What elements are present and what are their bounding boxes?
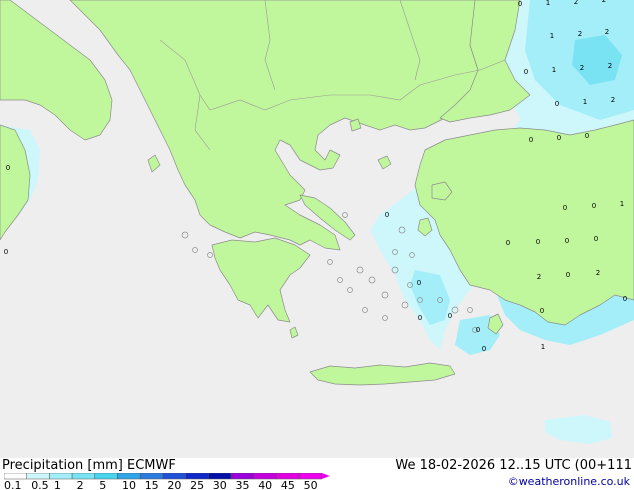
source-credit[interactable]: ©weatheronline.co.uk: [508, 475, 630, 488]
precipitation-value-label: 1: [620, 200, 624, 208]
legend-tick-label: 20: [167, 479, 181, 490]
precipitation-legend: 0.1 0.5 1 2 5 10 15 20 25 30 35 40 45 50: [4, 473, 330, 490]
precipitation-value-label: 0: [563, 204, 567, 212]
precipitation-value-label: 0: [555, 100, 559, 108]
precipitation-value-label: 0: [482, 345, 486, 353]
legend-tick-label: 35: [236, 479, 250, 490]
legend-tick-label: 1: [54, 479, 61, 490]
precipitation-value-label: 0: [623, 295, 627, 303]
legend-tick-label: 45: [281, 479, 295, 490]
precipitation-value-label: 2: [602, 0, 606, 4]
precipitation-value-label: 2: [580, 64, 584, 72]
precipitation-value-label: 0: [4, 248, 8, 256]
precipitation-value-label: 0: [6, 164, 10, 172]
precipitation-value-label: 2: [578, 30, 582, 38]
precipitation-value-label: 0: [566, 271, 570, 279]
legend-tick-label: 0.1: [4, 479, 22, 490]
precipitation-value-label: 0: [476, 326, 480, 334]
precipitation-value-label: 0: [524, 68, 528, 76]
legend-tick-label: 0.5: [31, 479, 49, 490]
legend-tick-label: 5: [99, 479, 106, 490]
precipitation-value-label: 0: [592, 202, 596, 210]
legend-overflow-arrow: [321, 473, 330, 479]
footer-bar: Precipitation [mm] ECMWF We 18-02-2026 1…: [0, 458, 634, 490]
precipitation-value-label: 0: [594, 235, 598, 243]
precipitation-value-label: 0: [418, 314, 422, 322]
precipitation-value-label: 0: [448, 312, 452, 320]
precipitation-value-label: 2: [608, 62, 612, 70]
precipitation-value-label: 2: [596, 269, 600, 277]
precipitation-value-label: 1: [552, 66, 556, 74]
precipitation-value-label: 1: [546, 0, 550, 7]
precipitation-value-label: 0: [385, 211, 389, 219]
precipitation-value-label: 1: [583, 98, 587, 106]
precipitation-value-label: 0: [506, 239, 510, 247]
legend-tick-label: 10: [122, 479, 136, 490]
precipitation-map: 0 1 2 2 1 2 2 0 1 2 2 0 1 2 0 0 0 0 0 0 1 0 0 0 0 0 2 0 2 0 0 0 0 0 0 1 0 0: [0, 0, 634, 458]
precipitation-value-label: 0: [529, 136, 533, 144]
precipitation-value-label: 0: [557, 134, 561, 142]
precipitation-value-label: 0: [417, 279, 421, 287]
map-title: Precipitation [mm] ECMWF: [2, 458, 176, 473]
legend-tick-label: 2: [77, 479, 84, 490]
precipitation-value-label: 2: [574, 0, 578, 6]
precipitation-value-label: 0: [540, 307, 544, 315]
precipitation-value-label: 2: [537, 273, 541, 281]
legend-tick-label: 15: [145, 479, 159, 490]
precipitation-value-label: 0: [585, 132, 589, 140]
valid-datetime: We 18-02-2026 12..15 UTC (00+111: [395, 458, 632, 473]
precipitation-value-label: 0: [536, 238, 540, 246]
legend-tick-label: 40: [258, 479, 272, 490]
precipitation-value-label: 0: [565, 237, 569, 245]
legend-tick-label: 50: [304, 479, 318, 490]
precipitation-value-label: 2: [605, 28, 609, 36]
precipitation-value-label: 0: [518, 0, 522, 8]
precipitation-value-label: 1: [541, 343, 545, 351]
legend-tick-label: 30: [213, 479, 227, 490]
legend-tick-label: 25: [190, 479, 204, 490]
precipitation-value-label: 1: [550, 32, 554, 40]
precipitation-value-label: 2: [611, 96, 615, 104]
